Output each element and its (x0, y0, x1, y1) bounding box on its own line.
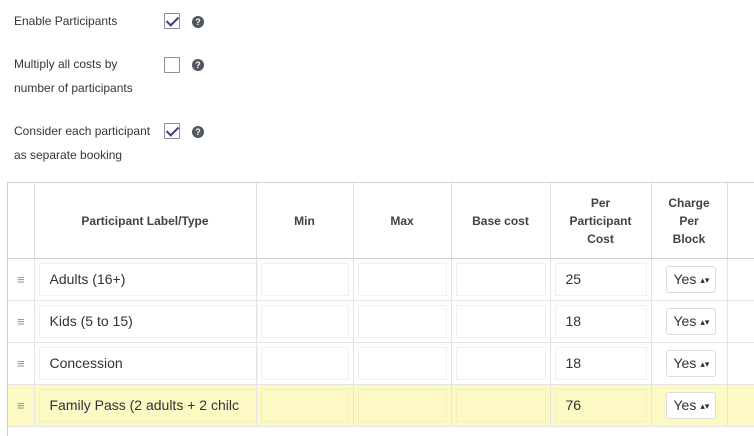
help-icon[interactable]: ? (192, 126, 204, 138)
base-cost-input[interactable] (455, 263, 546, 296)
min-input[interactable] (260, 263, 349, 296)
multiply-costs-checkbox[interactable] (164, 57, 180, 73)
participants-table: Participant Label/Type Min Max Base cost… (7, 182, 754, 436)
drag-handle-icon[interactable]: ≡ (8, 300, 35, 343)
table-row: ≡ Concession 18 Yes ▴▾ (8, 342, 754, 385)
separate-booking-label: Consider each participant (14, 124, 151, 138)
header-charge-per-block: Charge Per Block (651, 183, 728, 259)
header-handle (8, 183, 35, 259)
select-value: Yes (673, 271, 697, 287)
select-value: Yes (673, 397, 697, 413)
table-row: ≡ Adults (16+) 25 Yes ▴▾ (8, 258, 754, 301)
header-min: Min (256, 183, 354, 259)
drag-handle-icon[interactable]: ≡ (8, 342, 35, 385)
participant-label-input[interactable]: Adults (16+) (38, 263, 258, 296)
charge-per-block-select[interactable]: Yes ▴▾ (665, 392, 717, 419)
min-input[interactable] (260, 347, 349, 380)
charge-per-block-select[interactable]: Yes ▴▾ (665, 350, 717, 377)
separate-booking-checkbox[interactable] (164, 123, 180, 139)
drag-handle-icon[interactable]: ≡ (8, 258, 35, 301)
header-max: Max (353, 183, 452, 259)
header-base-cost: Base cost (451, 183, 551, 259)
separate-booking-label-line2: as separate booking (14, 148, 123, 162)
select-value: Yes (673, 313, 697, 329)
charge-per-block-select[interactable]: Yes ▴▾ (665, 266, 717, 293)
help-icon[interactable]: ? (192, 16, 204, 28)
table-row: ≡ Kids (5 to 15) 18 Yes ▴▾ (8, 300, 754, 343)
participant-label-input[interactable]: Kids (5 to 15) (38, 305, 258, 338)
max-input[interactable] (357, 263, 447, 296)
header-label-type: Participant Label/Type (34, 183, 257, 259)
min-input[interactable] (260, 305, 349, 338)
help-icon[interactable]: ? (192, 59, 204, 71)
select-arrow-icon: ▴▾ (700, 317, 710, 327)
header-per-participant-cost: Per Participant Cost (550, 183, 652, 259)
per-participant-cost-input[interactable]: 25 (554, 263, 647, 296)
per-participant-cost-input[interactable]: 18 (554, 347, 647, 380)
participant-label-input[interactable]: Concession (38, 347, 258, 380)
base-cost-input[interactable] (455, 305, 546, 338)
select-arrow-icon: ▴▾ (700, 275, 710, 285)
per-participant-cost-input[interactable]: 76 (554, 389, 647, 422)
drag-handle-icon[interactable]: ≡ (8, 384, 35, 427)
header-extra (727, 183, 754, 259)
multiply-costs-label-line2: number of participants (14, 81, 133, 95)
select-value: Yes (673, 355, 697, 371)
participant-label-input[interactable]: Family Pass (2 adults + 2 chilc (38, 389, 258, 422)
charge-per-block-select[interactable]: Yes ▴▾ (665, 308, 717, 335)
max-input[interactable] (357, 389, 447, 422)
table-row: ≡ Family Pass (2 adults + 2 chilc 76 Yes… (8, 384, 754, 427)
select-arrow-icon: ▴▾ (700, 359, 710, 369)
max-input[interactable] (357, 305, 447, 338)
base-cost-input[interactable] (455, 347, 546, 380)
enable-participants-checkbox[interactable] (164, 13, 180, 29)
multiply-costs-label: Multiply all costs by (14, 57, 118, 71)
max-input[interactable] (357, 347, 447, 380)
select-arrow-icon: ▴▾ (700, 401, 710, 411)
base-cost-input[interactable] (455, 389, 546, 422)
per-participant-cost-input[interactable]: 18 (554, 305, 647, 338)
enable-participants-label: Enable Participants (14, 14, 118, 28)
min-input[interactable] (260, 389, 349, 422)
